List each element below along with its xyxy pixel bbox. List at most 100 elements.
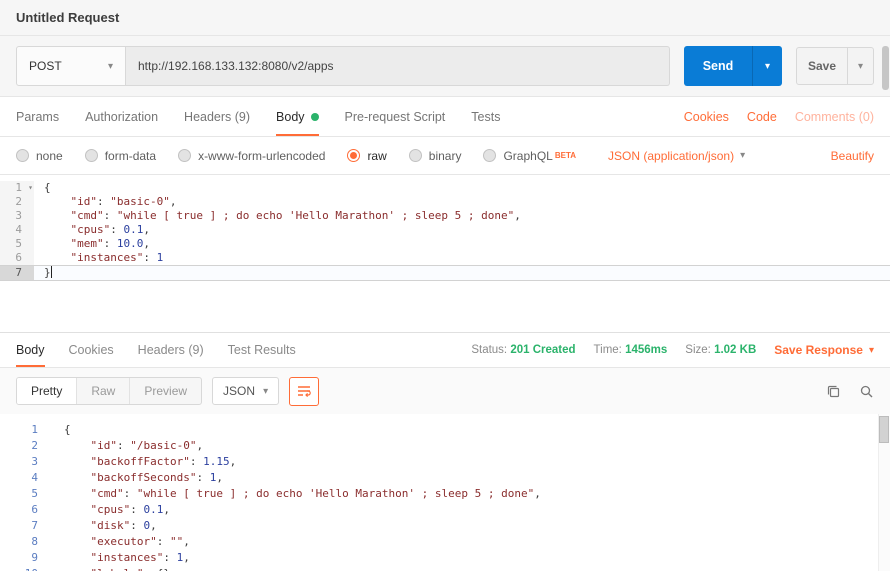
copy-icon	[826, 384, 841, 399]
code-line-5[interactable]: 5 "cmd": "while [ true ] ; do echo 'Hell…	[0, 486, 890, 502]
code-token: "backoffSeconds"	[91, 471, 197, 484]
code-token: {	[44, 181, 51, 194]
code-token	[64, 567, 91, 571]
bodytype-raw[interactable]: raw	[347, 149, 386, 163]
response-tab-body[interactable]: Body	[16, 333, 45, 367]
code-text: "cpus": 0.1,	[34, 223, 890, 237]
method-select[interactable]: POST ▾	[16, 46, 126, 86]
wrap-text-button[interactable]	[289, 377, 319, 406]
code-token: "disk"	[91, 519, 131, 532]
send-button[interactable]: Send	[684, 46, 752, 86]
code-line-1[interactable]: 1▾{	[0, 181, 890, 195]
tab-authorization[interactable]: Authorization	[85, 97, 158, 136]
response-tab-headers-9[interactable]: Headers (9)	[138, 333, 204, 367]
code-token: 1.15	[203, 455, 230, 468]
bodytype-graphql[interactable]: GraphQLBETA	[483, 149, 576, 163]
radio-label: form-data	[105, 149, 156, 163]
save-dropdown-button[interactable]: ▾	[847, 48, 873, 84]
language-dropdown[interactable]: JSON ▾	[212, 377, 279, 405]
code-line-4[interactable]: 4 "cpus": 0.1,	[0, 223, 890, 237]
body-dot-icon	[311, 113, 319, 121]
metric-size: Size: 1.02 KB	[685, 344, 756, 356]
chevron-down-icon: ▾	[108, 61, 113, 72]
line-number: 6	[0, 502, 48, 518]
metric-value: 1.02 KB	[714, 344, 756, 356]
bodytype-x-www-form-urlencoded[interactable]: x-www-form-urlencoded	[178, 149, 325, 163]
code-token: "instances"	[71, 251, 144, 264]
response-scrollbar[interactable]	[878, 414, 890, 571]
code-line-3[interactable]: 3 "backoffFactor": 1.15,	[0, 454, 890, 470]
code-text: "instances": 1,	[48, 550, 890, 566]
radio-label: binary	[429, 149, 462, 163]
code-token: :	[104, 209, 117, 222]
radio-label: GraphQL	[503, 149, 552, 163]
code-line-3[interactable]: 3 "cmd": "while [ true ] ; do echo 'Hell…	[0, 209, 890, 223]
search-response-button[interactable]	[859, 384, 874, 399]
text-cursor	[51, 266, 52, 278]
response-tab-cookies[interactable]: Cookies	[69, 333, 114, 367]
code-token: "id"	[71, 195, 98, 208]
send-dropdown-button[interactable]: ▾	[752, 46, 782, 86]
tab-tests[interactable]: Tests	[471, 97, 500, 136]
bodytype-binary[interactable]: binary	[409, 149, 462, 163]
page-scrollbar-thumb[interactable]	[882, 46, 889, 90]
code-token	[64, 455, 91, 468]
code-line-5[interactable]: 5 "mem": 10.0,	[0, 237, 890, 251]
code-token	[64, 551, 91, 564]
response-scrollbar-thumb[interactable]	[879, 416, 889, 443]
tab-label: Authorization	[85, 110, 158, 124]
code-line-6[interactable]: 6 "instances": 1	[0, 251, 890, 265]
code-line-8[interactable]: 8 "executor": "",	[0, 534, 890, 550]
save-button[interactable]: Save	[797, 48, 847, 84]
response-meta-row: BodyCookiesHeaders (9)Test Results Statu…	[0, 332, 890, 368]
bodytype-form-data[interactable]: form-data	[85, 149, 156, 163]
link-code[interactable]: Code	[747, 110, 777, 124]
code-line-2[interactable]: 2 "id": "/basic-0",	[0, 438, 890, 454]
code-token: "cpus"	[91, 503, 131, 516]
chevron-down-icon: ▾	[869, 345, 874, 356]
response-tab-test-results[interactable]: Test Results	[228, 333, 296, 367]
line-number: 2	[0, 195, 34, 209]
copy-response-button[interactable]	[826, 384, 841, 399]
beautify-link[interactable]: Beautify	[831, 149, 874, 163]
code-token: "basic-0"	[110, 195, 170, 208]
code-line-9[interactable]: 9 "instances": 1,	[0, 550, 890, 566]
view-raw[interactable]: Raw	[76, 378, 129, 404]
fold-caret-icon[interactable]: ▾	[28, 181, 33, 195]
code-line-4[interactable]: 4 "backoffSeconds": 1,	[0, 470, 890, 486]
code-line-1[interactable]: 1{	[0, 422, 890, 438]
request-editor[interactable]: 1▾{2 "id": "basic-0",3 "cmd": "while [ t…	[0, 175, 890, 332]
metric-time: Time: 1456ms	[594, 344, 668, 356]
bodytype-none[interactable]: none	[16, 149, 63, 163]
url-input[interactable]: http://192.168.133.132:8080/v2/apps	[126, 46, 670, 86]
code-line-10[interactable]: 10 "labels": {},	[0, 566, 890, 571]
code-token: {	[64, 423, 71, 436]
tab-body[interactable]: Body	[276, 97, 319, 136]
tab-pre-request-script[interactable]: Pre-request Script	[345, 97, 446, 136]
link-comments-0[interactable]: Comments (0)	[795, 110, 874, 124]
tab-params[interactable]: Params	[16, 97, 59, 136]
request-tabs-row: Params Authorization Headers (9) Body Pre-re…	[0, 97, 890, 137]
code-token	[44, 237, 71, 250]
code-line-7[interactable]: 7 "disk": 0,	[0, 518, 890, 534]
content-type-dropdown[interactable]: JSON (application/json) ▾	[608, 149, 745, 163]
view-pretty[interactable]: Pretty	[17, 378, 76, 404]
link-cookies[interactable]: Cookies	[684, 110, 729, 124]
view-preview[interactable]: Preview	[129, 378, 201, 404]
tab-label: Tests	[471, 110, 500, 124]
code-token: {},	[157, 567, 177, 571]
code-line-6[interactable]: 6 "cpus": 0.1,	[0, 502, 890, 518]
response-editor[interactable]: 1{2 "id": "/basic-0",3 "backoffFactor": …	[0, 414, 890, 571]
code-token: "cpus"	[71, 223, 111, 236]
line-number: 5	[0, 486, 48, 502]
code-text: "id": "/basic-0",	[48, 438, 890, 454]
request-title: Untitled Request	[16, 10, 119, 25]
code-token: ,	[196, 439, 203, 452]
code-token	[44, 223, 71, 236]
code-line-7[interactable]: 7}	[0, 265, 890, 281]
view-switcher: PrettyRawPreview	[16, 377, 202, 405]
tab-headers-9[interactable]: Headers (9)	[184, 97, 250, 136]
code-token: "id"	[91, 439, 118, 452]
save-response-button[interactable]: Save Response ▾	[774, 333, 874, 367]
code-line-2[interactable]: 2 "id": "basic-0",	[0, 195, 890, 209]
